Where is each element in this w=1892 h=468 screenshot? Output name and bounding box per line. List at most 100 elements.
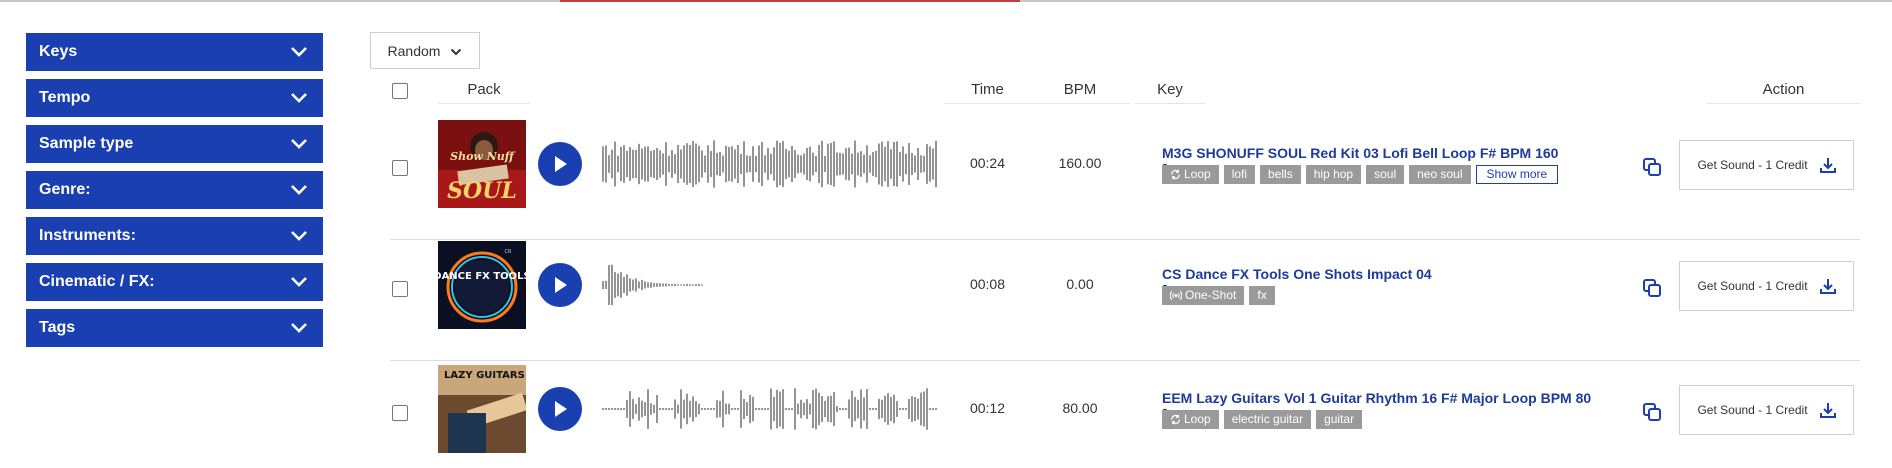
- chevron-down-icon: [450, 43, 462, 59]
- copy-button[interactable]: [1642, 157, 1664, 179]
- show-more-button[interactable]: Show more: [1475, 165, 1559, 184]
- tag-label: Loop: [1184, 167, 1211, 181]
- tag[interactable]: electric guitar: [1223, 410, 1312, 429]
- table-row: Show Nuff SOUL 00:24 160.00 - M3G SHONUF…: [390, 120, 1860, 240]
- filter-label: Instruments:: [39, 227, 136, 244]
- tag[interactable]: soul: [1366, 165, 1405, 184]
- loop-icon: [1171, 169, 1180, 180]
- play-icon: [555, 156, 567, 172]
- filter-label: Sample type: [39, 135, 134, 152]
- filter-label: Keys: [39, 43, 78, 60]
- filter-label: Cinematic / FX:: [39, 273, 155, 290]
- download-icon: [1819, 279, 1836, 294]
- filter-cinematic-fx[interactable]: Cinematic / FX:: [26, 263, 323, 301]
- chevron-down-icon: [289, 272, 309, 292]
- chevron-down-icon: [289, 180, 309, 200]
- header-key: Key: [1135, 76, 1205, 104]
- tag[interactable]: guitar: [1316, 410, 1363, 429]
- table-row: DANCE FX TOOLS CR 00:08 0.00 - CS Dance …: [390, 241, 1860, 361]
- cover-text: DANCE FX TOOLS: [438, 271, 526, 282]
- get-sound-button[interactable]: Get Sound - 1 Credit: [1679, 261, 1854, 311]
- duration: 00:24: [969, 155, 1006, 171]
- row-checkbox[interactable]: [392, 160, 408, 176]
- loop-icon: [1171, 414, 1180, 425]
- header-bpm: BPM: [1030, 76, 1130, 104]
- chevron-down-icon: [289, 226, 309, 246]
- duration: 00:12: [969, 400, 1006, 416]
- filter-sample-type[interactable]: Sample type: [26, 125, 323, 163]
- row-divider: [390, 239, 1860, 240]
- chevron-down-icon: [289, 42, 309, 62]
- download-icon: [1819, 403, 1836, 418]
- row-checkbox[interactable]: [392, 405, 408, 421]
- cover-text: LAZY GUITARS: [444, 370, 525, 381]
- tag[interactable]: hip hop: [1305, 165, 1362, 184]
- waveform[interactable]: [602, 134, 938, 194]
- cover-text: SOUL: [447, 178, 517, 204]
- header-time: Time: [945, 76, 1030, 104]
- one-shot-icon: [1170, 290, 1182, 301]
- tag-label: Loop: [1184, 412, 1211, 426]
- sound-title[interactable]: M3G SHONUFF SOUL Red Kit 03 Lofi Bell Lo…: [1162, 145, 1602, 161]
- header-action: Action: [1707, 76, 1860, 104]
- copy-icon: [1643, 403, 1661, 421]
- get-sound-button[interactable]: Get Sound - 1 Credit: [1679, 140, 1854, 190]
- get-sound-label: Get Sound - 1 Credit: [1697, 158, 1808, 172]
- download-icon: [1819, 158, 1836, 173]
- filter-keys[interactable]: Keys: [26, 33, 323, 71]
- filter-label: Tempo: [39, 89, 91, 106]
- tag-label: One-Shot: [1185, 288, 1237, 302]
- waveform[interactable]: [602, 379, 938, 439]
- get-sound-label: Get Sound - 1 Credit: [1697, 403, 1808, 417]
- get-sound-button[interactable]: Get Sound - 1 Credit: [1679, 385, 1854, 435]
- chevron-down-icon: [289, 134, 309, 154]
- sound-title[interactable]: CS Dance FX Tools One Shots Impact 04: [1162, 266, 1602, 282]
- filter-label: Tags: [39, 319, 76, 336]
- tag[interactable]: bells: [1260, 165, 1301, 184]
- svg-text:Show Nuff: Show Nuff: [450, 150, 516, 163]
- copy-button[interactable]: [1642, 402, 1664, 424]
- filter-tags[interactable]: Tags: [26, 309, 323, 347]
- bpm-value: 80.00: [1062, 400, 1098, 416]
- tag-type[interactable]: Loop: [1162, 165, 1219, 184]
- chevron-down-icon: [289, 88, 309, 108]
- duration: 00:08: [969, 276, 1006, 292]
- tag-type[interactable]: Loop: [1162, 410, 1219, 429]
- copy-icon: [1643, 279, 1661, 297]
- pack-cover[interactable]: LAZY GUITARS: [438, 365, 526, 453]
- row-divider: [390, 360, 1860, 361]
- sort-dropdown[interactable]: Random: [370, 32, 480, 69]
- copy-icon: [1643, 158, 1661, 176]
- sound-title[interactable]: EEM Lazy Guitars Vol 1 Guitar Rhythm 16 …: [1162, 390, 1602, 406]
- tag-list: Loop lofi bells hip hop soul neo soul Sh…: [1162, 165, 1559, 184]
- play-button[interactable]: [538, 142, 582, 186]
- copy-button[interactable]: [1642, 278, 1664, 300]
- tag-type[interactable]: One-Shot: [1162, 286, 1245, 305]
- pack-cover[interactable]: DANCE FX TOOLS CR: [438, 241, 526, 329]
- play-icon: [555, 401, 567, 417]
- tag[interactable]: lofi: [1223, 165, 1256, 184]
- get-sound-label: Get Sound - 1 Credit: [1697, 279, 1808, 293]
- row-checkbox[interactable]: [392, 281, 408, 297]
- sort-label: Random: [387, 42, 441, 59]
- play-button[interactable]: [538, 263, 582, 307]
- play-icon: [555, 277, 567, 293]
- bpm-value: 160.00: [1058, 155, 1102, 171]
- chevron-down-icon: [289, 318, 309, 338]
- tag[interactable]: fx: [1249, 286, 1275, 305]
- top-divider: [0, 0, 1892, 2]
- waveform[interactable]: [602, 255, 938, 315]
- table-header: Pack Time BPM Key Action: [390, 76, 1860, 104]
- pack-cover[interactable]: Show Nuff SOUL: [438, 120, 526, 208]
- filter-sidebar: Keys Tempo Sample type Genre: Instrument…: [26, 33, 323, 355]
- tag[interactable]: neo soul: [1409, 165, 1471, 184]
- svg-text:CR: CR: [505, 249, 512, 255]
- tag-list: One-Shot fx: [1162, 286, 1275, 305]
- table-row: LAZY GUITARS 00:12 80.00 - EEM Lazy Guit…: [390, 365, 1860, 468]
- filter-genre[interactable]: Genre:: [26, 171, 323, 209]
- filter-label: Genre:: [39, 181, 91, 198]
- play-button[interactable]: [538, 387, 582, 431]
- filter-tempo[interactable]: Tempo: [26, 79, 323, 117]
- filter-instruments[interactable]: Instruments:: [26, 217, 323, 255]
- header-pack: Pack: [438, 76, 530, 104]
